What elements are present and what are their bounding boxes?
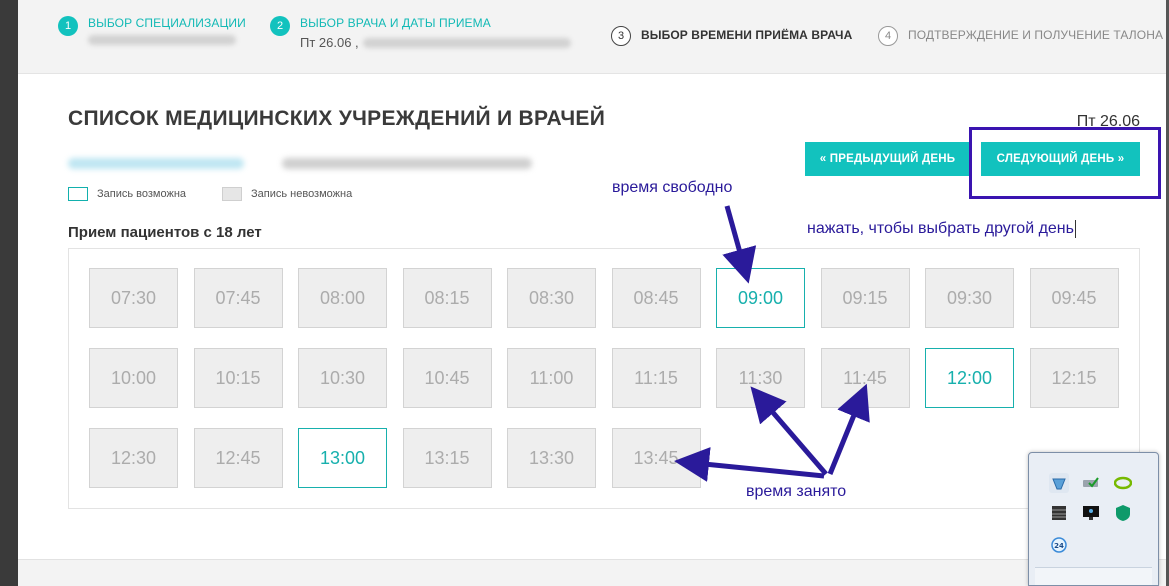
arrow-to-1145 bbox=[827, 383, 870, 475]
annotation-next-day: нажать, чтобы выбрать другой день bbox=[807, 220, 1076, 238]
annotation-arrows bbox=[674, 205, 870, 482]
clock-24-icon[interactable]: 24 bbox=[1049, 535, 1069, 555]
annotation-free: время свободно bbox=[612, 179, 733, 196]
footer-bar bbox=[18, 559, 1166, 586]
arrow-to-1345 bbox=[674, 447, 825, 482]
system-tray-popup: 24 bbox=[1028, 452, 1159, 586]
arrow-to-1130 bbox=[750, 386, 828, 476]
annotation-busy: время занято bbox=[746, 483, 847, 500]
clock-24-label: 24 bbox=[1054, 542, 1064, 550]
arrow-to-free-slot bbox=[722, 205, 757, 284]
shield-icon[interactable] bbox=[1113, 503, 1133, 523]
archive-icon[interactable] bbox=[1049, 503, 1069, 523]
wifi-icon[interactable] bbox=[1049, 473, 1069, 493]
monitor-icon[interactable] bbox=[1081, 503, 1101, 523]
drive-check-icon[interactable] bbox=[1081, 473, 1101, 493]
nvidia-icon[interactable] bbox=[1113, 473, 1133, 493]
tray-customize-bar[interactable] bbox=[1035, 567, 1152, 585]
